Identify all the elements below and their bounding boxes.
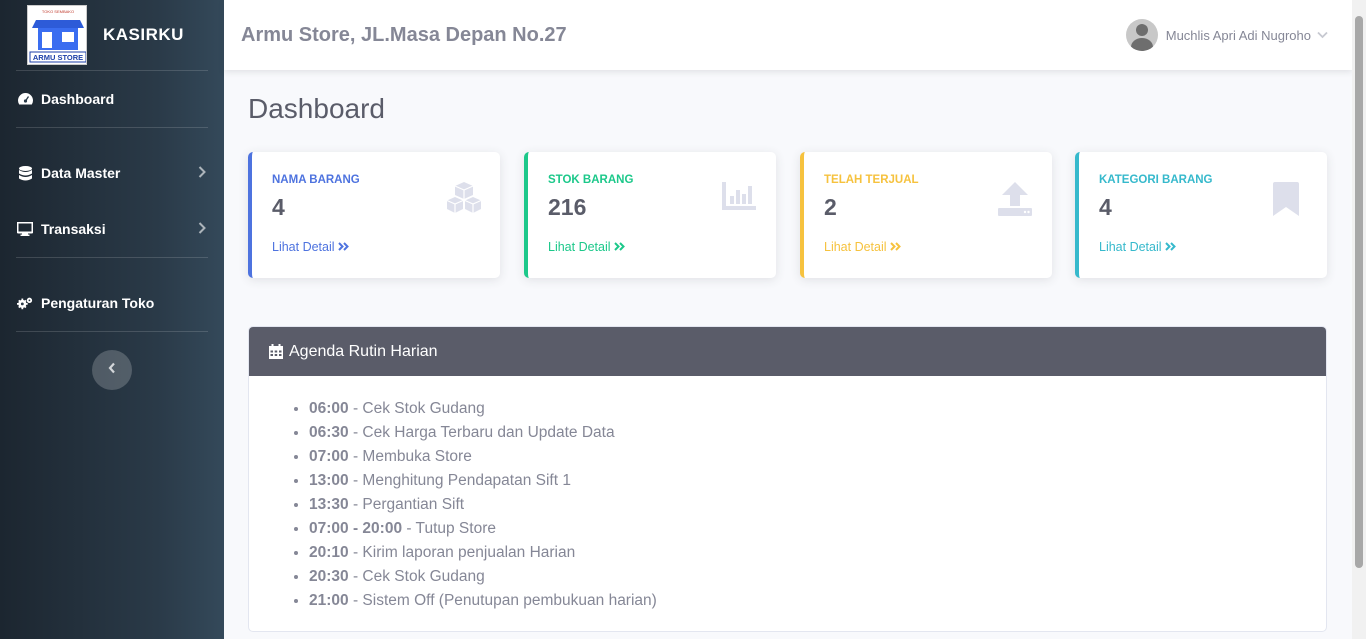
card-label: KATEGORI BARANG: [1099, 174, 1213, 186]
agenda-time: 20:10: [309, 544, 349, 561]
brand-name: KASIRKU: [103, 25, 184, 44]
agenda-time: 07:00 - 20:00: [309, 520, 403, 537]
agenda-time: 13:00: [309, 472, 349, 489]
sidebar-item-dashboard[interactable]: Dashboard: [0, 71, 224, 127]
card-label: TELAH TERJUAL: [824, 174, 919, 186]
detail-link[interactable]: Lihat Detail: [548, 240, 625, 254]
detail-link-label: Lihat Detail: [272, 240, 335, 254]
double-chevron-right-icon: [338, 242, 349, 251]
double-chevron-right-icon: [1165, 242, 1176, 251]
card-value: 4: [272, 194, 285, 220]
agenda-time: 13:30: [309, 496, 349, 513]
sidebar-item-label: Pengaturan Toko: [41, 295, 155, 311]
card-value: 216: [548, 194, 587, 220]
agenda-text: - Sistem Off (Penutupan pembukuan harian…: [348, 592, 657, 609]
agenda-text: - Tutup Store: [402, 520, 496, 537]
list-item: 13:00 - Menghitung Pendapatan Sift 1: [309, 469, 1326, 493]
cogs-icon: [17, 295, 33, 311]
cubes-icon: [446, 182, 482, 218]
store-title: Armu Store, JL.Masa Depan No.27: [241, 23, 567, 46]
agenda-text: - Membuka Store: [348, 448, 472, 465]
agenda-list: 06:00 - Cek Stok Gudang 06:30 - Cek Harg…: [249, 376, 1326, 613]
agenda-time: 06:30: [309, 424, 349, 441]
desktop-icon: [17, 221, 33, 237]
agenda-text: - Cek Stok Gudang: [348, 568, 485, 585]
agenda-title: Agenda Rutin Harian: [289, 342, 438, 360]
agenda-text: - Menghitung Pendapatan Sift 1: [348, 472, 571, 489]
double-chevron-right-icon: [614, 242, 625, 251]
detail-link-label: Lihat Detail: [548, 240, 611, 254]
calendar-icon: [269, 344, 283, 359]
double-chevron-right-icon: [890, 242, 901, 251]
detail-link[interactable]: Lihat Detail: [824, 240, 901, 254]
sidebar-item-data-master[interactable]: Data Master: [0, 145, 224, 201]
agenda-time: 06:00: [309, 400, 349, 417]
agenda-text: - Pergantian Sift: [348, 496, 465, 513]
page-title: Dashboard: [248, 93, 385, 124]
detail-link-label: Lihat Detail: [824, 240, 887, 254]
agenda-header: Agenda Rutin Harian: [249, 327, 1326, 376]
sidebar: TOKO SEMBAKO ARMU STORE KASIRKU Dashboar…: [0, 0, 224, 639]
user-name: Muchlis Apri Adi Nugroho: [1165, 27, 1311, 43]
card-telah-terjual: TELAH TERJUAL 2 Lihat Detail: [800, 152, 1052, 278]
tachometer-icon: [17, 91, 33, 107]
logo-text: ARMU STORE: [33, 53, 83, 62]
chevron-right-icon: [198, 221, 206, 237]
list-item: 20:10 - Kirim laporan penjualan Harian: [309, 541, 1326, 565]
sidebar-item-label: Data Master: [41, 165, 121, 181]
card-nama-barang: NAMA BARANG 4 Lihat Detail: [248, 152, 500, 278]
brand[interactable]: TOKO SEMBAKO ARMU STORE KASIRKU: [0, 0, 224, 70]
chart-bar-icon: [722, 182, 758, 218]
scrollbar-thumb[interactable]: [1355, 16, 1363, 568]
sidebar-item-transaksi[interactable]: Transaksi: [0, 201, 224, 257]
agenda-text: - Cek Stok Gudang: [348, 400, 485, 417]
agenda-time: 20:30: [309, 568, 349, 585]
card-value: 2: [824, 194, 837, 220]
user-menu[interactable]: Muchlis Apri Adi Nugroho: [1125, 19, 1328, 51]
list-item: 13:30 - Pergantian Sift: [309, 493, 1326, 517]
list-item: 21:00 - Sistem Off (Penutupan pembukuan …: [309, 589, 1326, 613]
database-icon: [17, 165, 33, 181]
list-item: 06:30 - Cek Harga Terbaru dan Update Dat…: [309, 421, 1326, 445]
agenda-time: 21:00: [309, 592, 349, 609]
topbar: Armu Store, JL.Masa Depan No.27 Muchlis …: [224, 0, 1352, 70]
sidebar-item-label: Transaksi: [41, 221, 106, 237]
list-item: 07:00 - Membuka Store: [309, 445, 1326, 469]
card-label: NAMA BARANG: [272, 174, 360, 186]
sidebar-item-pengaturan-toko[interactable]: Pengaturan Toko: [0, 275, 224, 331]
page-scrollbar[interactable]: [1352, 0, 1366, 639]
agenda-time: 07:00: [309, 448, 349, 465]
sidebar-divider: [16, 331, 208, 332]
detail-link[interactable]: Lihat Detail: [272, 240, 349, 254]
detail-link[interactable]: Lihat Detail: [1099, 240, 1176, 254]
list-item: 20:30 - Cek Stok Gudang: [309, 565, 1326, 589]
card-stok-barang: STOK BARANG 216 Lihat Detail: [524, 152, 776, 278]
store-logo: TOKO SEMBAKO ARMU STORE: [27, 5, 87, 65]
avatar: [1125, 19, 1158, 51]
list-item: 07:00 - 20:00 - Tutup Store: [309, 517, 1326, 541]
chevron-down-icon: [1317, 28, 1328, 42]
sidebar-toggle-button[interactable]: [92, 350, 132, 390]
list-item: 06:00 - Cek Stok Gudang: [309, 397, 1326, 421]
chevron-left-icon: [108, 361, 116, 379]
upload-icon: [998, 182, 1034, 218]
agenda-text: - Kirim laporan penjualan Harian: [348, 544, 576, 561]
card-label: STOK BARANG: [548, 174, 634, 186]
chevron-right-icon: [198, 165, 206, 181]
logo-top-text: TOKO SEMBAKO: [42, 9, 74, 14]
detail-link-label: Lihat Detail: [1099, 240, 1162, 254]
agenda-panel: Agenda Rutin Harian 06:00 - Cek Stok Gud…: [248, 326, 1327, 632]
bookmark-icon: [1273, 182, 1309, 218]
agenda-text: - Cek Harga Terbaru dan Update Data: [348, 424, 615, 441]
card-value: 4: [1099, 194, 1112, 220]
card-kategori-barang: KATEGORI BARANG 4 Lihat Detail: [1075, 152, 1327, 278]
sidebar-item-label: Dashboard: [41, 91, 115, 107]
